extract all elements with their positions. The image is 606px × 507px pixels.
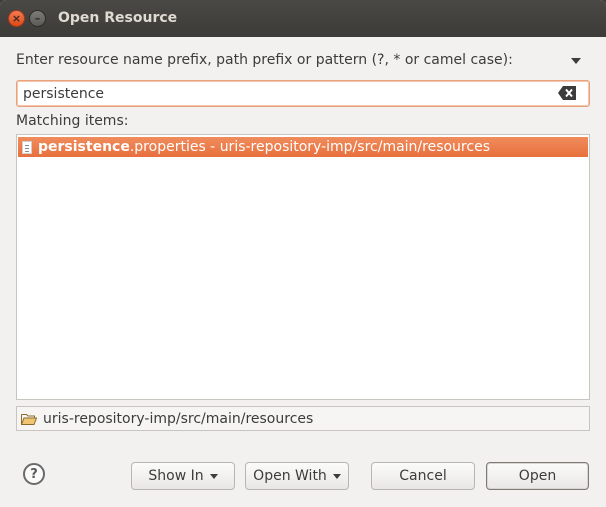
open-label: Open	[518, 468, 557, 484]
match-highlight: persistence	[38, 139, 130, 155]
close-window-button[interactable]: ×	[8, 10, 25, 27]
open-with-button[interactable]: Open With	[245, 462, 349, 490]
show-in-label: Show In	[148, 468, 204, 484]
matching-items-list[interactable]: persistence .properties - uris-repository…	[16, 134, 590, 400]
search-prompt-label: Enter resource name prefix, path prefix …	[16, 52, 513, 68]
view-menu-arrow-icon[interactable]	[571, 58, 581, 64]
matching-items-label: Matching items:	[16, 113, 129, 129]
cancel-button[interactable]: Cancel	[371, 462, 475, 490]
dialog-title: Open Resource	[58, 10, 178, 26]
minimize-window-button[interactable]: –	[29, 10, 46, 27]
chevron-down-icon	[332, 473, 341, 479]
selected-path-text: uris-repository-imp/src/main/resources	[43, 410, 314, 427]
file-icon	[22, 140, 32, 154]
clear-input-icon[interactable]	[558, 86, 576, 100]
chevron-down-icon	[209, 473, 218, 479]
show-in-button[interactable]: Show In	[131, 462, 235, 490]
open-folder-icon	[21, 413, 37, 425]
open-resource-dialog: × – Open Resource Enter resource name pr…	[0, 0, 606, 507]
open-with-label: Open With	[253, 468, 327, 484]
title-bar[interactable]: × – Open Resource	[0, 0, 606, 37]
open-button[interactable]: Open	[486, 462, 589, 490]
close-icon: ×	[11, 12, 22, 25]
selected-path-bar: uris-repository-imp/src/main/resources	[16, 406, 590, 431]
cancel-label: Cancel	[399, 468, 447, 484]
resource-search-input[interactable]	[16, 80, 590, 107]
help-icon[interactable]: ?	[23, 463, 45, 485]
list-item[interactable]: persistence .properties - uris-repository…	[18, 137, 588, 157]
item-details: .properties - uris-repository-imp/src/ma…	[129, 139, 490, 155]
minimize-icon: –	[34, 12, 41, 25]
